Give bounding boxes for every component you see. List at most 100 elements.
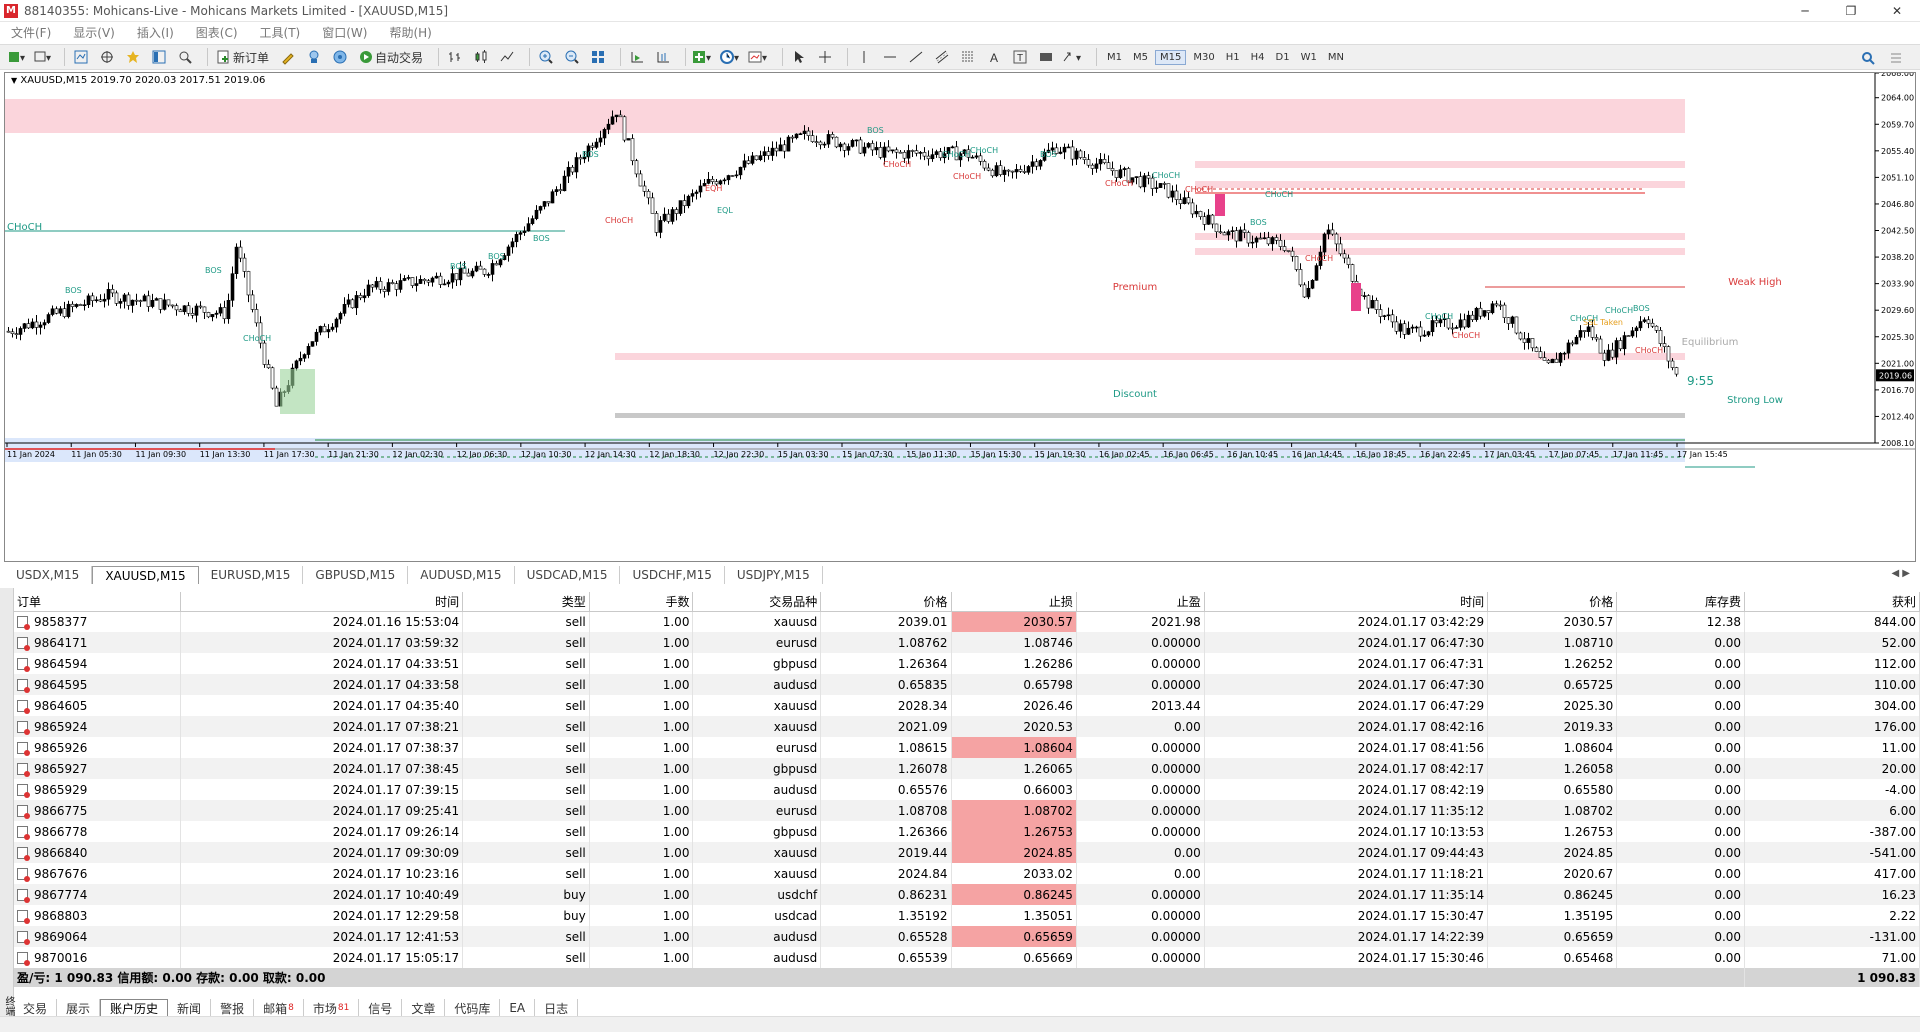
- profiles-icon[interactable]: ▾: [32, 47, 52, 67]
- metaeditor-icon[interactable]: [278, 47, 298, 67]
- menu-view[interactable]: 显示(V): [62, 24, 126, 41]
- strategy-tester-icon[interactable]: [175, 47, 195, 67]
- chart-tab-usdx[interactable]: USDX,M15: [4, 566, 93, 584]
- table-row[interactable]: 9866840 2024.01.17 09:30:09 sell 1.00 xauusd…: [14, 842, 1920, 863]
- templates-icon[interactable]: ▾: [748, 47, 770, 67]
- column-header[interactable]: 类型: [462, 592, 590, 612]
- terminal-tab[interactable]: 账户历史: [100, 999, 169, 1017]
- table-row[interactable]: 9864595 2024.01.17 04:33:58 sell 1.00 audusd…: [14, 674, 1920, 695]
- arrows-icon[interactable]: ▾: [1062, 47, 1084, 67]
- terminal-tab[interactable]: 邮箱 8: [254, 999, 304, 1017]
- data-window-icon[interactable]: [123, 47, 143, 67]
- menu-tools[interactable]: 工具(T): [249, 24, 312, 41]
- table-row[interactable]: 9864171 2024.01.17 03:59:32 sell 1.00 eurusd…: [14, 632, 1920, 653]
- chart-shift-icon[interactable]: [653, 47, 673, 67]
- navigator-icon[interactable]: [97, 47, 117, 67]
- timeframe-m1[interactable]: M1: [1103, 51, 1126, 64]
- search-icon[interactable]: [1858, 48, 1878, 68]
- column-header[interactable]: 止损: [951, 592, 1077, 612]
- bar-chart-icon[interactable]: [445, 47, 465, 67]
- candlestick-icon[interactable]: [471, 47, 491, 67]
- table-row[interactable]: 9865927 2024.01.17 07:38:45 sell 1.00 gbpusd…: [14, 758, 1920, 779]
- terminal-tab[interactable]: EA: [500, 999, 536, 1017]
- text-icon[interactable]: A: [984, 47, 1004, 67]
- timeframe-d1[interactable]: D1: [1272, 51, 1294, 64]
- table-row[interactable]: 9864605 2024.01.17 04:35:40 sell 1.00 xauusd…: [14, 695, 1920, 716]
- horizontal-line-icon[interactable]: [880, 47, 900, 67]
- collapse-icon[interactable]: [1886, 48, 1906, 68]
- table-row[interactable]: 9868803 2024.01.17 12:29:58 buy 1.00 usdcad 1…: [14, 905, 1920, 926]
- close-button[interactable]: ✕: [1874, 0, 1920, 22]
- column-header[interactable]: 价格: [820, 592, 952, 612]
- new-chart-icon[interactable]: ▾: [6, 47, 26, 67]
- table-row[interactable]: 9864594 2024.01.17 04:33:51 sell 1.00 gbpusd…: [14, 653, 1920, 674]
- new-order-button[interactable]: 新订单: [214, 47, 272, 67]
- column-header[interactable]: 交易品种: [692, 592, 822, 612]
- indicators-icon[interactable]: ▾: [692, 47, 714, 67]
- market-watch-icon[interactable]: [71, 47, 91, 67]
- table-row[interactable]: 9866778 2024.01.17 09:26:14 sell 1.00 gbpusd…: [14, 821, 1920, 842]
- tile-windows-icon[interactable]: [588, 47, 608, 67]
- timeframe-h4[interactable]: H4: [1247, 51, 1269, 64]
- terminal-tab[interactable]: 新闻: [168, 999, 212, 1017]
- cursor-icon[interactable]: [789, 47, 809, 67]
- chart-tab-audusd[interactable]: AUDUSD,M15: [408, 566, 515, 584]
- trendline-icon[interactable]: [906, 47, 926, 67]
- chart-tab-xauusd[interactable]: XAUUSD,M15: [92, 566, 199, 584]
- table-row[interactable]: 9870016 2024.01.17 15:05:17 sell 1.00 audusd…: [14, 947, 1920, 968]
- timeframe-m5[interactable]: M5: [1129, 51, 1152, 64]
- timeframe-m30[interactable]: M30: [1189, 51, 1218, 64]
- table-row[interactable]: 9858377 2024.01.16 15:53:04 sell 1.00 xauusd…: [14, 611, 1920, 632]
- timeframe-mn[interactable]: MN: [1324, 51, 1348, 64]
- column-header[interactable]: 价格: [1487, 592, 1618, 612]
- column-header[interactable]: 订单: [14, 592, 181, 612]
- column-header[interactable]: 时间: [180, 592, 464, 612]
- vertical-line-icon[interactable]: [854, 47, 874, 67]
- equidistant-channel-icon[interactable]: [932, 47, 952, 67]
- table-row[interactable]: 9865924 2024.01.17 07:38:21 sell 1.00 xauusd…: [14, 716, 1920, 737]
- signals-icon[interactable]: [304, 47, 324, 67]
- menu-file[interactable]: 文件(F): [0, 24, 62, 41]
- terminal-tab[interactable]: 信号: [359, 999, 403, 1017]
- menu-charts[interactable]: 图表(C): [185, 24, 249, 41]
- crosshair-icon[interactable]: [815, 47, 835, 67]
- zoom-out-icon[interactable]: [562, 47, 582, 67]
- timeframe-w1[interactable]: W1: [1297, 51, 1321, 64]
- column-header[interactable]: 止盈: [1076, 592, 1205, 612]
- chart-tab-usdjpy[interactable]: USDJPY,M15: [725, 566, 823, 584]
- menu-help[interactable]: 帮助(H): [378, 24, 442, 41]
- terminal-tab[interactable]: 代码库: [445, 999, 501, 1017]
- column-header[interactable]: 获利: [1744, 592, 1920, 612]
- table-row[interactable]: 9867676 2024.01.17 10:23:16 sell 1.00 xauusd…: [14, 863, 1920, 884]
- restore-button[interactable]: ❐: [1828, 0, 1874, 22]
- chart-tab-gbpusd[interactable]: GBPUSD,M15: [303, 566, 409, 584]
- market-icon[interactable]: [330, 47, 350, 67]
- periods-icon[interactable]: ▾: [720, 47, 742, 67]
- menu-insert[interactable]: 插入(I): [126, 24, 185, 41]
- rectangle-icon[interactable]: [1036, 47, 1056, 67]
- terminal-tab[interactable]: 交易: [14, 999, 58, 1017]
- column-header[interactable]: 库存费: [1616, 592, 1746, 612]
- chart-tab-usdchf[interactable]: USDCHF,M15: [620, 566, 725, 584]
- terminal-tab[interactable]: 日志: [535, 999, 579, 1017]
- timeframe-m15[interactable]: M15: [1155, 49, 1187, 65]
- terminal-tab[interactable]: 展示: [57, 999, 101, 1017]
- table-row[interactable]: 9867774 2024.01.17 10:40:49 buy 1.00 usdchf 0…: [14, 884, 1920, 905]
- menu-window[interactable]: 窗口(W): [311, 24, 378, 41]
- table-row[interactable]: 9869064 2024.01.17 12:41:53 sell 1.00 audusd…: [14, 926, 1920, 947]
- table-row[interactable]: 9866775 2024.01.17 09:25:41 sell 1.00 eurusd…: [14, 800, 1920, 821]
- terminal-tab[interactable]: 市场 81: [304, 999, 360, 1017]
- minimize-button[interactable]: ─: [1782, 0, 1828, 22]
- column-header[interactable]: 时间: [1204, 592, 1489, 612]
- zoom-in-icon[interactable]: [536, 47, 556, 67]
- chart-tabs-scroll[interactable]: ◀ ▶: [1891, 568, 1910, 579]
- line-chart-icon[interactable]: [497, 47, 517, 67]
- terminal-tab[interactable]: 警报: [211, 999, 255, 1017]
- fibonacci-icon[interactable]: [958, 47, 978, 67]
- terminal-tab[interactable]: 文章: [402, 999, 446, 1017]
- text-label-icon[interactable]: T: [1010, 47, 1030, 67]
- table-row[interactable]: 9865926 2024.01.17 07:38:37 sell 1.00 eurusd…: [14, 737, 1920, 758]
- auto-trading-button[interactable]: 自动交易: [356, 47, 426, 67]
- autoscroll-icon[interactable]: [627, 47, 647, 67]
- terminal-icon[interactable]: [149, 47, 169, 67]
